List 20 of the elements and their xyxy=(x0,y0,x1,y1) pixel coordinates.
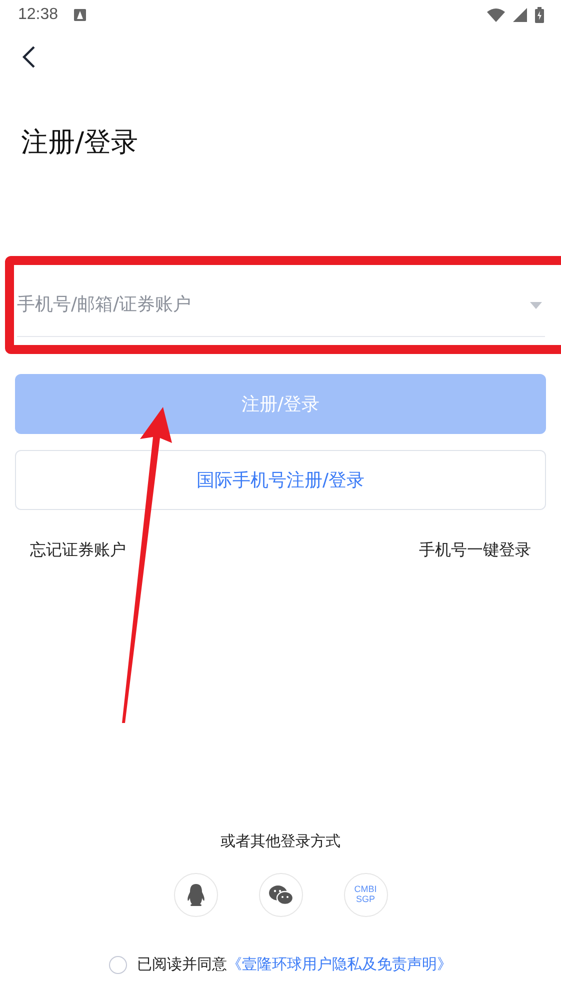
back-icon[interactable] xyxy=(22,45,36,69)
text-link[interactable]: 忘记证券账户 xyxy=(30,540,126,561)
other-login-heading: 或者其他登录方式 xyxy=(220,832,342,851)
status-time: 12:38 xyxy=(18,6,58,24)
battery-icon xyxy=(535,7,544,23)
agreement-text: 已阅读并同意《壹隆环球用户隐私及免责声明》 xyxy=(137,955,452,974)
chat-bubbles-icon xyxy=(268,885,292,905)
chat-bubbles-login-button[interactable] xyxy=(258,873,302,917)
penguin-icon xyxy=(186,884,204,906)
privacy-link[interactable]: 《壹隆环球用户隐私及免责声明》 xyxy=(227,955,452,973)
page-title: 注册/登录 xyxy=(21,126,140,160)
international-login-button[interactable]: 国际手机号注册/登录 xyxy=(15,450,546,510)
text-link[interactable]: 手机号一键登录 xyxy=(419,540,531,561)
penguin-login-button[interactable] xyxy=(174,873,218,917)
signal-icon xyxy=(513,8,527,22)
notification-icon xyxy=(74,9,86,21)
cmbi-login-button[interactable]: CMBI SGP xyxy=(344,873,388,917)
agree-checkbox[interactable] xyxy=(109,956,127,974)
account-field[interactable]: 手机号/邮箱/证券账户 xyxy=(17,273,545,337)
wifi-icon xyxy=(487,8,505,22)
